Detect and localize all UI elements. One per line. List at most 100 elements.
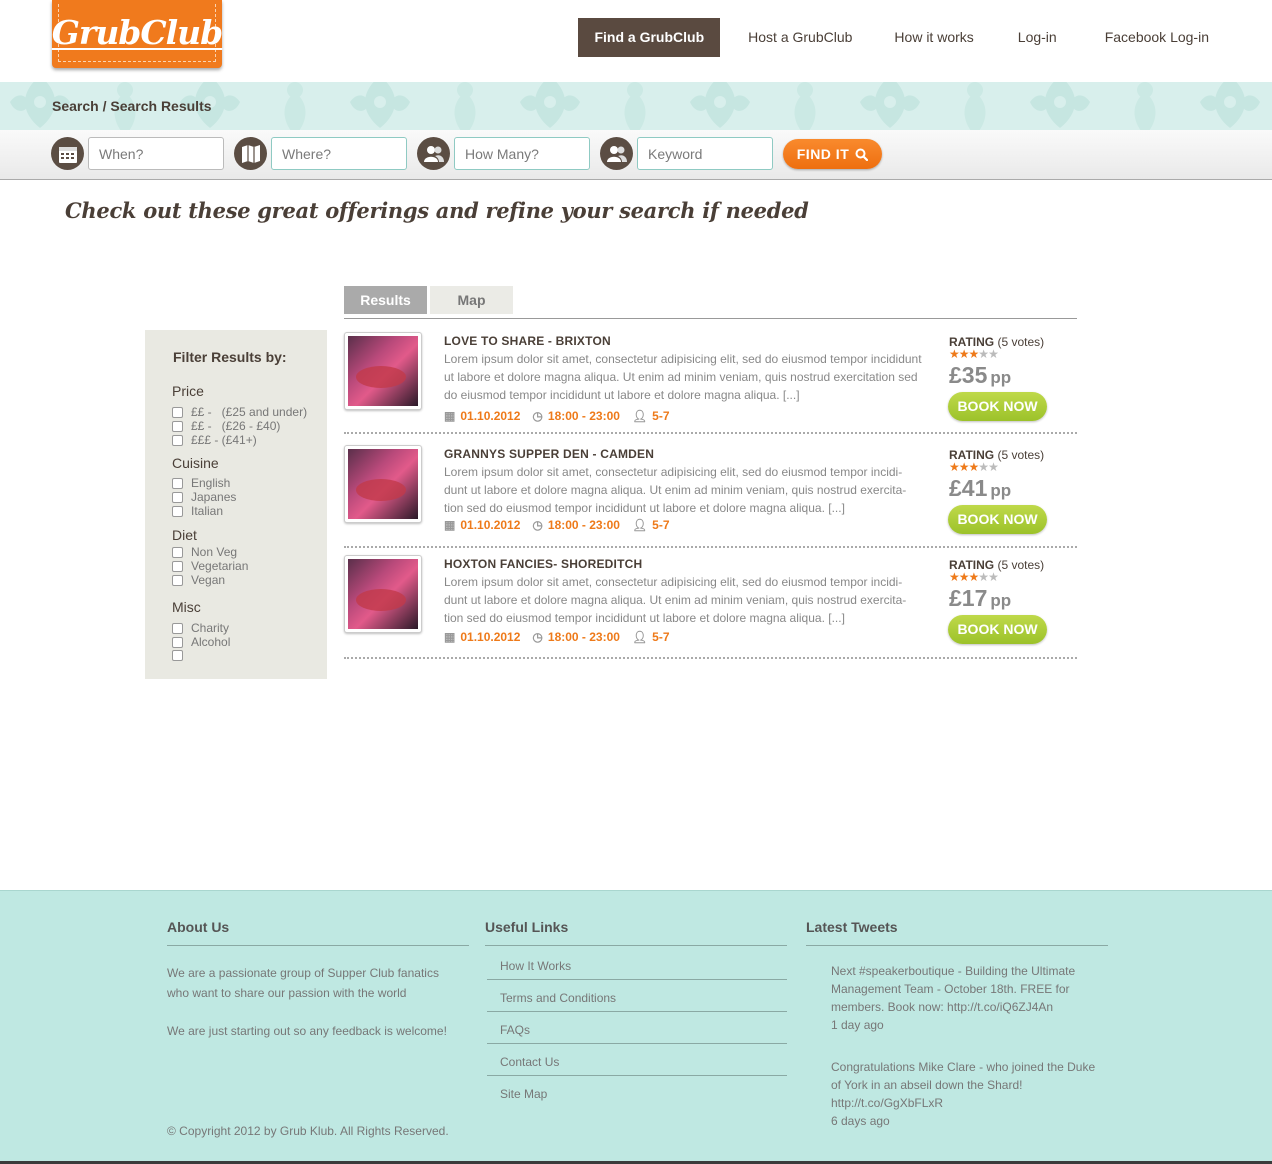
star-empty-icon: ★ (988, 460, 999, 474)
result-divider (344, 546, 1077, 548)
copyright: © Copyright 2012 by Grub Klub. All Right… (167, 1124, 449, 1138)
tweet-text: Congratulations Mike Clare - who joined … (831, 1060, 1096, 1110)
book-now-button[interactable]: BOOK NOW (948, 505, 1047, 534)
footer-link-how-it-works[interactable]: How It Works (500, 959, 571, 973)
result-date: 01.10.2012 (460, 409, 521, 423)
result-thumbnail[interactable] (344, 445, 422, 523)
tweet: Congratulations Mike Clare - who joined … (831, 1058, 1101, 1130)
result-meta: ▦ 01.10.2012 ◷ 18:00 - 23:00 👤︎ 5-7 (444, 409, 670, 423)
checkbox[interactable] (172, 574, 183, 586)
book-now-button[interactable]: BOOK NOW (948, 615, 1047, 644)
footer: About Us We are a passionate group of Su… (0, 890, 1272, 1164)
tweet-text: Next #speakerboutique - Building the Ult… (831, 964, 1076, 1014)
keyword-input[interactable] (637, 137, 773, 170)
filter-option[interactable] (172, 648, 191, 662)
star-empty-icon: ★ (978, 460, 989, 474)
filter-option[interactable]: Japanes (172, 490, 236, 504)
result-description: Lorem ipsum dolor sit amet, consectetur … (444, 352, 922, 402)
footer-link-separator (487, 1043, 787, 1044)
result-thumbnail[interactable] (344, 332, 422, 410)
filter-option[interactable]: ££ - (£26 - £40) (172, 419, 280, 433)
checkbox[interactable] (172, 406, 183, 418)
people-icon (600, 137, 633, 170)
checkbox[interactable] (172, 477, 183, 489)
footer-link-separator (487, 979, 787, 980)
nav-how-it-works[interactable]: How it works (878, 18, 989, 57)
find-it-button[interactable]: FIND IT (783, 139, 882, 169)
rating-stars: ★★★★★ (949, 570, 999, 584)
tab-map[interactable]: Map (430, 286, 513, 314)
footer-link-contact[interactable]: Contact Us (500, 1055, 559, 1069)
checkbox[interactable] (172, 560, 183, 572)
checkbox[interactable] (172, 649, 183, 661)
result-title[interactable]: LOVE TO SHARE - BRIXTON (444, 334, 611, 348)
nav-find-grubclub[interactable]: Find a GrubClub (578, 18, 721, 57)
where-input[interactable] (271, 137, 407, 170)
footer-about-title: About Us (167, 919, 230, 935)
filter-option[interactable]: Italian (172, 504, 223, 518)
checkbox[interactable] (172, 505, 183, 517)
star-filled-icon: ★ (968, 347, 980, 361)
result-title[interactable]: HOXTON FANCIES- SHOREDITCH (444, 557, 642, 571)
checkbox[interactable] (172, 546, 183, 558)
filter-option[interactable]: Vegan (172, 573, 225, 587)
star-filled-icon: ★ (958, 460, 970, 474)
result-meta: ▦ 01.10.2012 ◷ 18:00 - 23:00 👤︎ 5-7 (444, 630, 670, 644)
nav-login[interactable]: Log-in (1002, 18, 1073, 57)
filter-option[interactable]: Charity (172, 621, 229, 635)
result-time: 18:00 - 23:00 (547, 409, 620, 423)
filter-option[interactable]: ££ - (£25 and under) (172, 405, 307, 419)
map-icon (234, 137, 267, 170)
page: GrubClub Find a GrubClub Host a GrubClub… (0, 0, 1272, 1164)
filter-option[interactable]: Alcohol (172, 635, 230, 649)
filter-option[interactable]: English (172, 476, 230, 490)
checkbox[interactable] (172, 622, 183, 634)
when-input[interactable] (88, 137, 224, 170)
checkbox[interactable] (172, 420, 183, 432)
footer-rule (167, 945, 469, 946)
result-guests: 5-7 (652, 409, 670, 423)
result-description: Lorem ipsum dolor sit amet, consectetur … (444, 465, 907, 515)
footer-link-site-map[interactable]: Site Map (500, 1087, 547, 1101)
filter-group-misc: Misc (172, 599, 201, 615)
filter-group-price: Price (172, 383, 204, 399)
clock-icon: ◷ (532, 630, 543, 644)
nav-facebook-login[interactable]: Facebook Log-in (1089, 18, 1225, 57)
result-divider (344, 657, 1077, 659)
logo[interactable]: GrubClub (52, 0, 223, 68)
filter-option[interactable]: Vegetarian (172, 559, 248, 573)
star-filled-icon: ★ (949, 570, 960, 584)
result-time: 18:00 - 23:00 (547, 630, 620, 644)
star-filled-icon: ★ (968, 460, 980, 474)
tab-results[interactable]: Results (344, 286, 427, 314)
filter-title: Filter Results by: (173, 349, 287, 365)
footer-link-separator (487, 1011, 787, 1012)
result-guests: 5-7 (652, 630, 670, 644)
main-nav: Find a GrubClub Host a GrubClub How it w… (578, 18, 1272, 57)
checkbox[interactable] (172, 434, 183, 446)
footer-link-faqs[interactable]: FAQs (500, 1023, 530, 1037)
result-price: £35 pp (949, 362, 1012, 388)
nav-host-grubclub[interactable]: Host a GrubClub (732, 18, 868, 57)
rating-stars: ★★★★★ (949, 347, 999, 361)
filter-option[interactable]: Non Veg (172, 545, 237, 559)
how-many-input[interactable] (454, 137, 590, 170)
result-guests: 5-7 (652, 518, 670, 532)
result-title[interactable]: GRANNYS SUPPER DEN - CAMDEN (444, 447, 654, 461)
page-headline: Check out these great offerings and refi… (65, 198, 809, 223)
result-divider (344, 432, 1077, 434)
result-meta: ▦ 01.10.2012 ◷ 18:00 - 23:00 👤︎ 5-7 (444, 518, 670, 532)
breadcrumb: Search / Search Results (52, 98, 212, 114)
search-bar: FIND IT (0, 130, 1272, 180)
star-empty-icon: ★ (988, 347, 999, 361)
result-thumbnail[interactable] (344, 555, 422, 633)
book-now-button[interactable]: BOOK NOW (948, 392, 1047, 421)
checkbox[interactable] (172, 491, 183, 503)
filter-group-cuisine: Cuisine (172, 455, 219, 471)
filter-option[interactable]: £££ - (£41+) (172, 433, 257, 447)
checkbox[interactable] (172, 636, 183, 648)
result-description: Lorem ipsum dolor sit amet, consectetur … (444, 575, 907, 625)
clock-icon: ◷ (532, 409, 543, 423)
footer-link-terms[interactable]: Terms and Conditions (500, 991, 616, 1005)
footer-tweets-title: Latest Tweets (806, 919, 898, 935)
